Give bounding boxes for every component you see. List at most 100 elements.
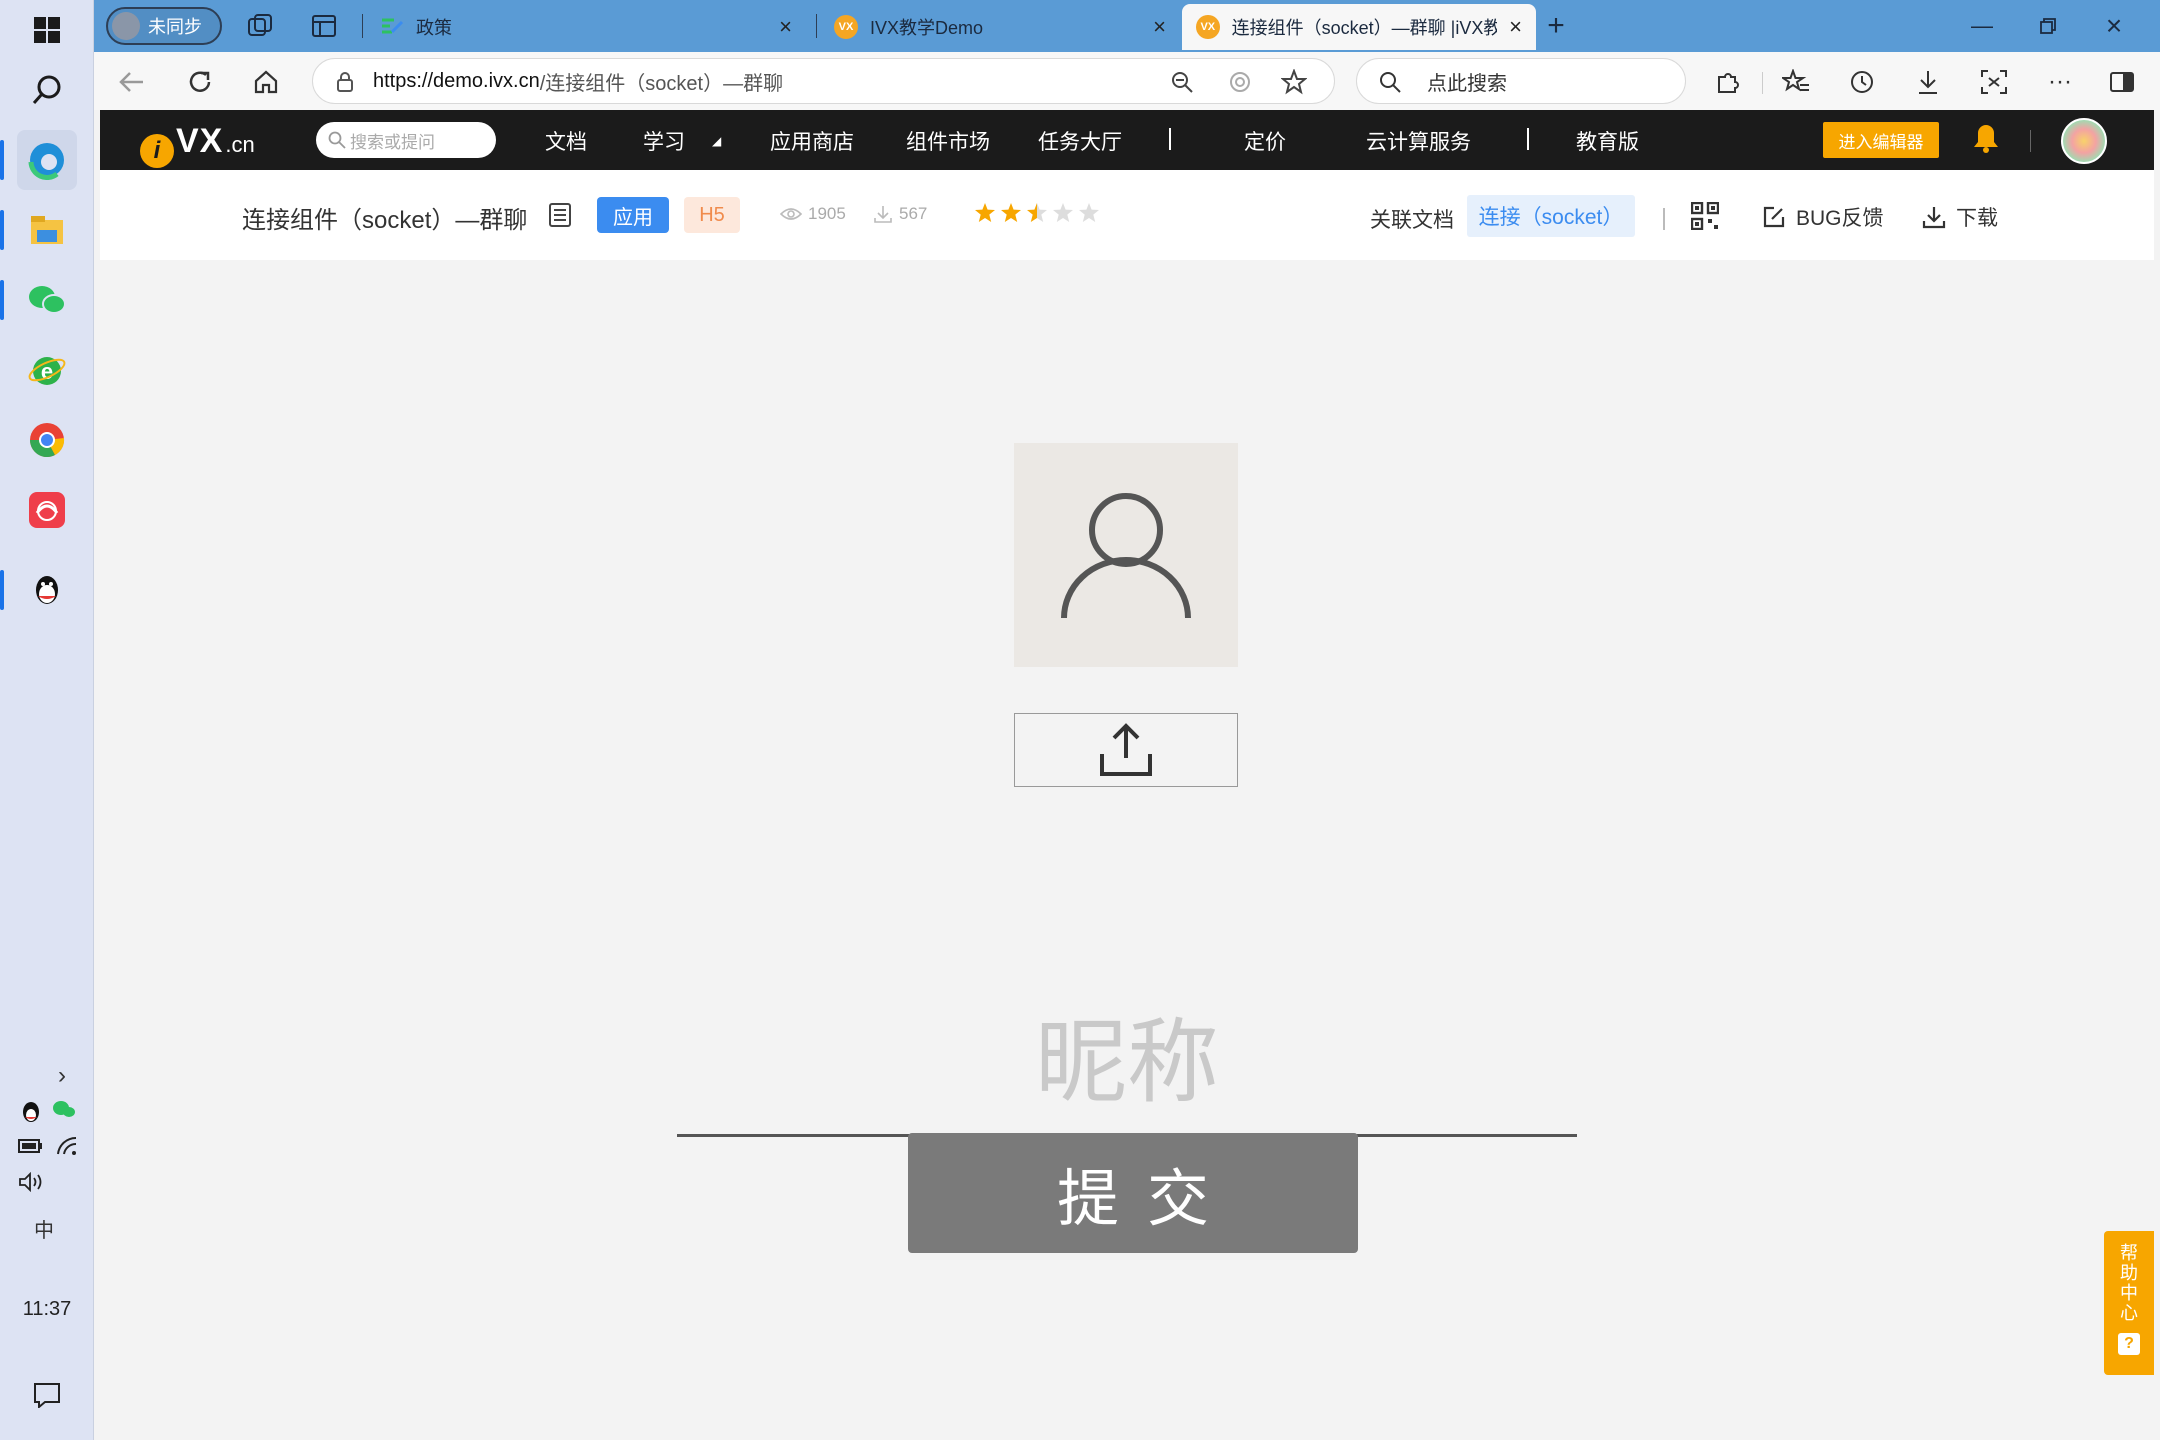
qq-tray-icon[interactable] bbox=[20, 1100, 42, 1129]
download-button[interactable]: 下载 bbox=[1922, 202, 1998, 232]
wifi-icon[interactable] bbox=[56, 1136, 78, 1161]
search-icon bbox=[1379, 71, 1401, 99]
screenshot-capture-icon[interactable] bbox=[1978, 66, 2010, 98]
tab-label: 连接组件（socket）—群聊 |iVX教 bbox=[1231, 18, 1498, 38]
ie-browser-icon[interactable]: e bbox=[17, 340, 77, 400]
tab-label: IVX教学Demo bbox=[870, 18, 984, 38]
home-icon[interactable] bbox=[248, 64, 284, 100]
upload-avatar-button[interactable] bbox=[1014, 713, 1238, 787]
vertical-tabs-icon[interactable] bbox=[310, 12, 338, 40]
nav-app-store[interactable]: 应用商店 bbox=[770, 126, 854, 156]
qr-code-button[interactable] bbox=[1691, 202, 1719, 230]
ivx-favicon-icon: VX bbox=[834, 15, 858, 39]
nav-education[interactable]: 教育版 bbox=[1576, 126, 1639, 156]
ivx-logo[interactable]: i VX .cn bbox=[140, 122, 255, 168]
policy-favicon-icon bbox=[382, 18, 404, 34]
input-method-indicator[interactable]: 中 bbox=[34, 1214, 54, 1243]
nickname-input[interactable] bbox=[677, 990, 1577, 1137]
new-tab-icon[interactable]: + bbox=[1542, 9, 1570, 42]
nav-task-hall[interactable]: 任务大厅 bbox=[1038, 126, 1122, 156]
related-doc-link[interactable]: 连接（socket） bbox=[1467, 195, 1635, 237]
volume-icon[interactable] bbox=[18, 1171, 46, 1197]
user-avatar[interactable] bbox=[2061, 118, 2107, 164]
close-tab-icon[interactable]: × bbox=[1509, 14, 1522, 40]
eye-icon bbox=[780, 208, 802, 220]
nav-component-market[interactable]: 组件市场 bbox=[906, 126, 990, 156]
web-page: i VX .cn 搜索或提问 文档 学习 ◢ 应用商店 组件市场 任务大厅 定价… bbox=[100, 110, 2154, 1434]
battery-icon[interactable] bbox=[18, 1138, 44, 1159]
tab-ivx-demo[interactable]: VX IVX教学Demo × bbox=[820, 4, 1180, 50]
show-hidden-icons-chevron-icon[interactable]: › bbox=[58, 1062, 66, 1090]
downloads-icon[interactable] bbox=[1912, 66, 1944, 98]
wechat-tray-icon[interactable] bbox=[52, 1100, 76, 1125]
qq-icon[interactable] bbox=[0, 560, 77, 620]
nav-cloud-services[interactable]: 云计算服务 bbox=[1366, 126, 1471, 156]
bug-feedback-button[interactable]: BUG反馈 bbox=[1762, 202, 1884, 232]
close-tab-icon[interactable]: × bbox=[1153, 14, 1166, 40]
windows-start-icon[interactable] bbox=[17, 0, 77, 60]
app-red-icon[interactable] bbox=[17, 480, 77, 540]
learn-dropdown-caret-icon[interactable]: ◢ bbox=[712, 134, 721, 148]
clock-time[interactable]: 11:37 bbox=[0, 1298, 94, 1321]
address-bar[interactable]: https://demo.ivx.cn/连接组件（socket）—群聊 bbox=[312, 58, 1335, 104]
close-tab-icon[interactable]: × bbox=[779, 14, 792, 40]
app-type-badge: 应用 bbox=[597, 197, 669, 233]
help-question-icon: ? bbox=[2118, 1333, 2140, 1355]
url-host: https://demo.ivx.cn bbox=[373, 69, 540, 92]
notification-center-icon[interactable] bbox=[33, 1382, 61, 1413]
rating-star-icon bbox=[1079, 203, 1099, 222]
history-icon[interactable] bbox=[1846, 66, 1878, 98]
nickname-field bbox=[677, 990, 1577, 1140]
sidebar-toggle-icon[interactable] bbox=[2106, 66, 2138, 98]
nav-docs[interactable]: 文档 bbox=[545, 126, 587, 156]
edge-browser-icon[interactable] bbox=[0, 130, 77, 190]
platform-badge: H5 bbox=[684, 197, 740, 233]
rating-star-icon bbox=[1001, 203, 1021, 222]
notification-bell-icon[interactable] bbox=[1972, 122, 2000, 159]
help-center-button[interactable]: 帮 助 中 心 ? bbox=[2104, 1231, 2154, 1375]
refresh-icon[interactable] bbox=[182, 64, 218, 100]
lock-icon[interactable] bbox=[335, 71, 355, 99]
search-placeholder: 点此搜索 bbox=[1427, 72, 1507, 95]
rating-star-icon bbox=[1053, 203, 1073, 222]
logo-cn-text: .cn bbox=[225, 132, 255, 157]
app-title: 连接组件（socket）—群聊 bbox=[242, 207, 528, 234]
chrome-icon[interactable] bbox=[17, 410, 77, 470]
nav-divider bbox=[1169, 128, 1171, 150]
browser-search-box[interactable]: 点此搜索 bbox=[1356, 58, 1686, 104]
download-count-value: 567 bbox=[899, 204, 928, 223]
document-icon[interactable] bbox=[548, 202, 572, 233]
zoom-icon[interactable] bbox=[1169, 69, 1195, 95]
site-top-nav: i VX .cn 搜索或提问 文档 学习 ◢ 应用商店 组件市场 任务大厅 定价… bbox=[100, 110, 2154, 170]
restore-window-icon[interactable] bbox=[2026, 10, 2070, 42]
wechat-icon[interactable] bbox=[0, 270, 77, 330]
download-label: 下载 bbox=[1956, 207, 1998, 230]
profile-button[interactable]: 未同步 bbox=[106, 7, 222, 45]
tab-policy[interactable]: 政策 × bbox=[366, 4, 806, 50]
tab-socket-group-chat[interactable]: VX 连接组件（socket）—群聊 |iVX教 × bbox=[1182, 4, 1536, 50]
submit-button[interactable]: 提交 bbox=[908, 1133, 1358, 1253]
rating-star-icon bbox=[975, 203, 995, 222]
site-search-input[interactable]: 搜索或提问 bbox=[316, 122, 496, 158]
extensions-icon[interactable] bbox=[1712, 66, 1744, 98]
browser-toolbar: https://demo.ivx.cn/连接组件（socket）—群聊 点此搜索 bbox=[94, 52, 2160, 110]
enter-editor-button[interactable]: 进入编辑器 bbox=[1823, 122, 1939, 158]
collections-icon[interactable] bbox=[246, 12, 274, 40]
download-icon bbox=[1922, 207, 1946, 229]
windows-taskbar: e › 中 11:37 bbox=[0, 0, 94, 1440]
back-arrow-icon[interactable] bbox=[114, 64, 150, 100]
browser-window: 未同步 政策 × VX IVX教学Demo × VX 连接组件（socket）—… bbox=[94, 0, 2160, 1440]
nav-pricing[interactable]: 定价 bbox=[1244, 126, 1286, 156]
favorite-star-icon[interactable] bbox=[1281, 69, 1307, 95]
close-window-icon[interactable]: × bbox=[2092, 10, 2136, 42]
site-search-placeholder: 搜索或提问 bbox=[350, 132, 435, 152]
file-explorer-icon[interactable] bbox=[0, 200, 77, 260]
reading-refresh-icon[interactable] bbox=[1227, 69, 1253, 95]
more-options-icon[interactable]: ··· bbox=[2044, 66, 2076, 98]
favorites-list-icon[interactable] bbox=[1780, 66, 1812, 98]
avatar-placeholder[interactable] bbox=[1014, 443, 1238, 667]
search-icon[interactable] bbox=[17, 60, 77, 120]
nav-learn[interactable]: 学习 bbox=[643, 126, 685, 156]
url-path: /连接组件（socket）—群聊 bbox=[539, 72, 784, 95]
minimize-window-icon[interactable]: — bbox=[1960, 10, 2004, 42]
